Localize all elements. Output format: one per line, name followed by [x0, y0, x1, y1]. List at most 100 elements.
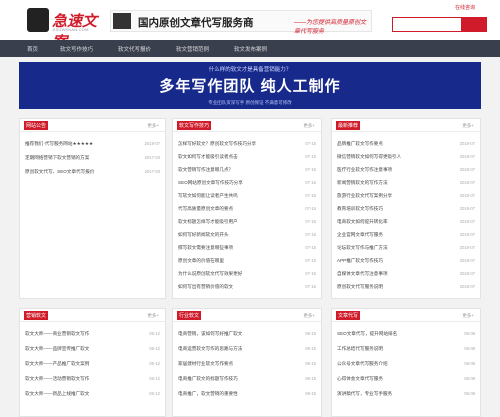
list-item[interactable]: 推荐我们·代写服务网站★★★★★ 2018-07: [25, 141, 160, 149]
item-title[interactable]: 新闻营销软文的写作方法: [337, 180, 388, 186]
list-item[interactable]: 教育培训软文写作技巧 2018-07: [337, 206, 475, 214]
item-title[interactable]: 软文营销写作注意哪几点？: [178, 167, 233, 173]
list-item[interactable]: SEO文章代写，提升网站排名 06-08: [337, 331, 475, 339]
more-link[interactable]: 更多+: [303, 313, 315, 319]
hero-banner[interactable]: 什么样的软文才是具备营销能力？ 多年写作团队 纯人工制作 专业团队资深写手 原创…: [19, 62, 481, 109]
nav-item-cases[interactable]: 软文发布案例: [234, 45, 267, 53]
item-title[interactable]: 家居建材行业软文写作要点: [178, 361, 233, 367]
item-title[interactable]: 软文大师——活动营销软文写作: [25, 376, 89, 382]
list-item[interactable]: 代写高质量原创文章的要点 07-16: [178, 206, 316, 214]
item-title[interactable]: 为什么说原创软文代写效果更好: [178, 271, 242, 277]
item-title[interactable]: 怎样写好软文？原创软文写作技巧分享: [178, 141, 256, 147]
item-title[interactable]: 软文如何写才能吸引读者点击: [178, 154, 238, 160]
more-link[interactable]: 更多+: [147, 123, 159, 129]
item-title[interactable]: 原创软文代写、SEO文章代写报价: [25, 169, 94, 175]
item-title[interactable]: 电商推广软文的标题写作技巧: [178, 376, 238, 382]
list-item[interactable]: 电商软文如何提升转化率 2018-07: [337, 219, 475, 227]
item-title[interactable]: 软文标题怎样写才能吸引用户: [178, 219, 238, 225]
list-item[interactable]: 自媒体文章代写注意事项 2018-07: [337, 271, 475, 279]
item-title[interactable]: 软文大师——品牌宣传推广软文: [25, 346, 89, 352]
list-item[interactable]: APP推广软文写作技巧 2018-07: [337, 258, 475, 266]
item-title[interactable]: 电商推广，软文营销的重要性: [178, 391, 238, 397]
item-title[interactable]: 如何写出有营销价值的软文: [178, 284, 233, 290]
item-title[interactable]: 品牌推广软文写作要点: [337, 141, 383, 147]
item-title[interactable]: 心得体会文章代写服务: [337, 376, 383, 382]
list-item[interactable]: 软文标题怎样写才能吸引用户 07-16: [178, 219, 316, 227]
item-title[interactable]: 旅游行业软文代写案例分享: [337, 193, 392, 199]
list-item[interactable]: 心得体会文章代写服务 06-08: [337, 376, 475, 384]
item-title[interactable]: 企业官网文章代写服务: [337, 232, 383, 238]
item-title[interactable]: 原创文章的价值在哪里: [178, 258, 224, 264]
item-title[interactable]: 电商软文如何提升转化率: [337, 219, 388, 225]
item-title[interactable]: 论坛软文写作与推广方法: [337, 245, 388, 251]
list-item[interactable]: 原创文章的价值在哪里 07-16: [178, 258, 316, 266]
list-item[interactable]: 电商推广，软文营销的重要性 06-15: [178, 391, 316, 399]
list-item[interactable]: 如何写出有营销价值的软文 07-16: [178, 284, 316, 292]
search-button[interactable]: [462, 17, 487, 32]
item-title[interactable]: 写软文如何能让读者产生共鸣: [178, 193, 238, 199]
more-link[interactable]: 更多+: [462, 313, 474, 319]
list-item[interactable]: 电商推广软文的标题写作技巧 06-15: [178, 376, 316, 384]
nav-item-examples[interactable]: 软文营销范例: [176, 45, 209, 53]
list-item[interactable]: 企业官网文章代写服务 2018-07: [337, 232, 475, 240]
list-item[interactable]: 工作总结代写服务说明 06-08: [337, 346, 475, 354]
item-title[interactable]: SEO网站原创文章写作技巧分享: [178, 180, 243, 186]
list-item[interactable]: 软文如何写才能吸引读者点击 07-16: [178, 154, 316, 162]
list-item[interactable]: 微信营销软文如何写得更吸引人 2018-07: [337, 154, 475, 162]
list-item[interactable]: 品牌推广软文写作要点 2018-07: [337, 141, 475, 149]
list-item[interactable]: 撰写软文需要注意哪些事项 07-16: [178, 245, 316, 253]
item-title[interactable]: 软文大师——商业营销软文写作: [25, 331, 89, 337]
site-logo[interactable]: 急速文案 JISUWENAN.COM: [27, 8, 105, 51]
list-item[interactable]: 为什么说原创软文代写效果更好 07-16: [178, 271, 316, 279]
item-title[interactable]: 电商营销，该如何写好推广软文: [178, 331, 242, 337]
item-title[interactable]: 电商运营软文写作的思路与方法: [178, 346, 242, 352]
list-item[interactable]: 新闻营销软文的写作方法 2018-07: [337, 180, 475, 188]
item-title[interactable]: SEO文章代写，提升网站排名: [337, 331, 397, 337]
item-title[interactable]: 演讲稿代写，专业写手服务: [337, 391, 392, 397]
item-title[interactable]: 软文大师——新品上线推广软文: [25, 391, 89, 397]
online-consult-link[interactable]: 在线咨询: [455, 4, 475, 11]
list-item[interactable]: 公众号文章代写服务介绍 06-08: [337, 361, 475, 369]
item-title[interactable]: 定期网络营销下软文营销的方案: [25, 155, 89, 161]
item-title[interactable]: 工作总结代写服务说明: [337, 346, 383, 352]
list-item[interactable]: 电商营销，该如何写好推广软文 06-15: [178, 331, 316, 339]
list-item[interactable]: 演讲稿代写，专业写手服务 06-08: [337, 391, 475, 399]
list-item[interactable]: 怎样写好软文？原创软文写作技巧分享 07-16: [178, 141, 316, 149]
list-item[interactable]: 写软文如何能让读者产生共鸣 07-16: [178, 193, 316, 201]
list-item[interactable]: 如何写好新闻软文的开头 07-16: [178, 232, 316, 240]
list-item[interactable]: 软文大师——新品上线推广软文 06-12: [25, 391, 160, 399]
item-title[interactable]: 撰写软文需要注意哪些事项: [178, 245, 233, 251]
list-item[interactable]: 旅游行业软文代写案例分享 2018-07: [337, 193, 475, 201]
item-title[interactable]: 自媒体文章代写注意事项: [337, 271, 388, 277]
more-link[interactable]: 更多+: [147, 313, 159, 319]
nav-item-home[interactable]: 首页: [27, 45, 38, 53]
item-title[interactable]: 软文大师——产品推广软文案例: [25, 361, 89, 367]
item-title[interactable]: 原创软文代写服务说明: [337, 284, 383, 290]
list-item[interactable]: 软文大师——品牌宣传推广软文 06-12: [25, 346, 160, 354]
list-item[interactable]: 原创软文代写服务说明 2018-07: [337, 284, 475, 292]
item-title[interactable]: 如何写好新闻软文的开头: [178, 232, 229, 238]
list-item[interactable]: 医疗行业软文写作注意事项 2018-07: [337, 167, 475, 175]
item-title[interactable]: 公众号文章代写服务介绍: [337, 361, 388, 367]
list-item[interactable]: 定期网络营销下软文营销的方案 2017-03: [25, 155, 160, 163]
item-title[interactable]: 微信营销软文如何写得更吸引人: [337, 154, 401, 160]
more-link[interactable]: 更多+: [303, 123, 315, 129]
nav-item-pricing[interactable]: 软文代写报价: [118, 45, 151, 53]
item-title[interactable]: 医疗行业软文写作注意事项: [337, 167, 392, 173]
list-item[interactable]: 软文大师——活动营销软文写作 06-12: [25, 376, 160, 384]
list-item[interactable]: 论坛软文写作与推广方法 2018-07: [337, 245, 475, 253]
nav-item-writing-tips[interactable]: 软文写作技巧: [60, 45, 93, 53]
list-item[interactable]: 原创软文代写、SEO文章代写报价 2017-03: [25, 169, 160, 177]
search-input[interactable]: [392, 17, 462, 32]
item-title[interactable]: APP推广软文写作技巧: [337, 258, 383, 264]
list-item[interactable]: 软文大师——商业营销软文写作 06-12: [25, 331, 160, 339]
list-item[interactable]: 家居建材行业软文写作要点 06-15: [178, 361, 316, 369]
list-item[interactable]: 软文大师——产品推广软文案例 06-12: [25, 361, 160, 369]
more-link[interactable]: 更多+: [462, 123, 474, 129]
list-item[interactable]: 软文营销写作注意哪几点？ 07-16: [178, 167, 316, 175]
list-item[interactable]: 电商运营软文写作的思路与方法 06-15: [178, 346, 316, 354]
item-title[interactable]: 推荐我们·代写服务网站★★★★★: [25, 141, 93, 147]
item-title[interactable]: 代写高质量原创文章的要点: [178, 206, 233, 212]
list-item[interactable]: SEO网站原创文章写作技巧分享 07-16: [178, 180, 316, 188]
item-title[interactable]: 教育培训软文写作技巧: [337, 206, 383, 212]
